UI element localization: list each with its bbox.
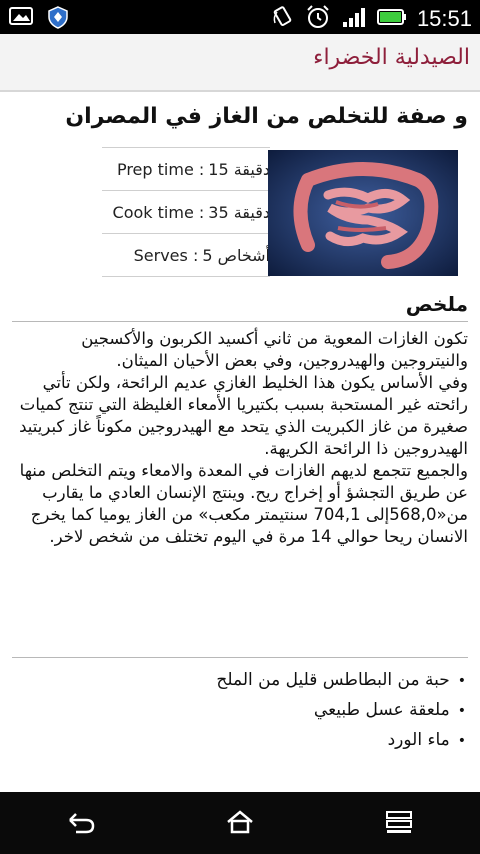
recipe-title: و صفة للتخلص من الغاز في المصران — [65, 104, 468, 129]
status-time: 15:51 — [416, 6, 472, 31]
prep-time-row: Prep time : 15 دقيقة — [102, 147, 270, 191]
ingredient-item: ملعقة عسل طبيعي — [10, 695, 466, 725]
status-left-icons — [8, 5, 70, 33]
serves-row: Serves : 5 أشخاص — [102, 234, 270, 277]
summary-text: تكون الغازات المعوية من ثاني أكسيد الكرب… — [19, 329, 468, 546]
recipe-image — [268, 150, 458, 276]
back-icon[interactable] — [66, 810, 96, 834]
summary-heading: ملخص — [405, 292, 468, 316]
serves-value: 5 أشخاص — [202, 245, 270, 265]
alarm-icon — [305, 4, 331, 34]
cook-time-row: Cook time : 35 دقيقة — [102, 191, 270, 234]
app-title: الصيدلية الخضراء — [313, 45, 470, 70]
image-icon — [8, 5, 36, 33]
ingredient-item: ماء الورد — [10, 725, 466, 755]
recent-apps-icon[interactable] — [384, 810, 414, 834]
status-bar: 15:51 — [0, 0, 480, 34]
rotate-icon — [271, 5, 295, 33]
cook-time-value: 35 دقيقة — [208, 202, 270, 222]
home-icon[interactable] — [225, 810, 255, 834]
prep-time-label: Prep time : — [116, 159, 205, 179]
signal-icon — [341, 6, 367, 32]
ingredient-item: حبة من البطاطس قليل من الملح — [10, 665, 466, 695]
battery-icon — [376, 7, 407, 31]
summary-divider — [12, 321, 468, 322]
cook-time-label: Cook time : — [112, 202, 205, 222]
ingredients-divider — [12, 657, 468, 658]
app-header: الصيدلية الخضراء — [0, 34, 480, 92]
recipe-meta: Prep time : 15 دقيقة Cook time : 35 دقيق… — [102, 147, 270, 277]
navigation-bar — [0, 792, 480, 854]
recipe-content[interactable]: و صفة للتخلص من الغاز في المصران Prep ti… — [0, 92, 480, 792]
serves-label: Serves : — [133, 245, 199, 265]
shield-icon — [46, 5, 70, 33]
ingredients-list: حبة من البطاطس قليل من الملح ملعقة عسل ط… — [10, 665, 466, 755]
status-right-icons: 15:51 — [271, 4, 472, 34]
prep-time-value: 15 دقيقة — [208, 159, 270, 179]
